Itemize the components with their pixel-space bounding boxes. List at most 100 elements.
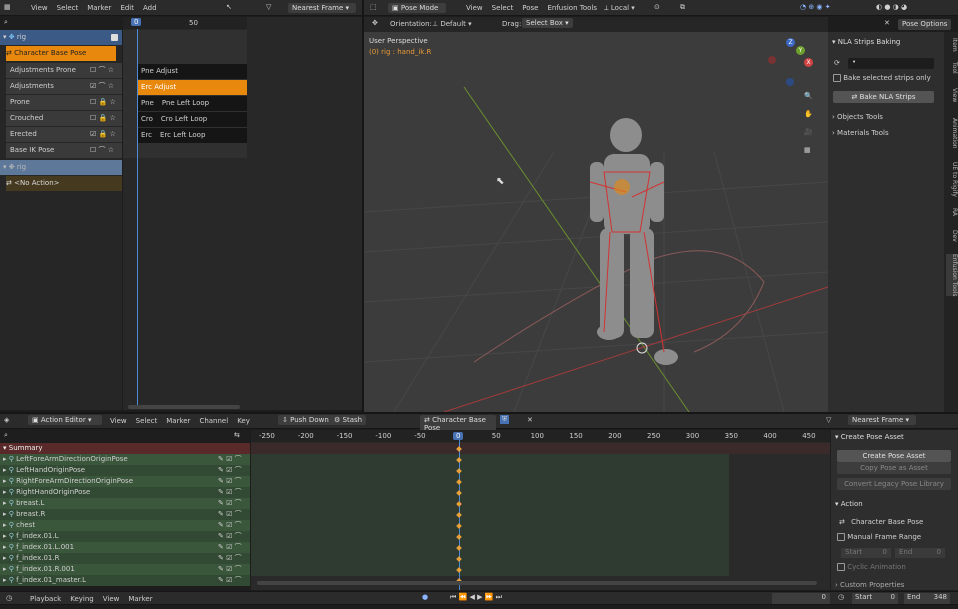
- create-pose-asset-section[interactable]: ▾ Create Pose Asset: [835, 433, 904, 441]
- keyframe[interactable]: [456, 457, 462, 463]
- editor-type-icon[interactable]: ◈: [4, 416, 9, 424]
- tab-dev[interactable]: Dev: [946, 230, 958, 242]
- swap-icon[interactable]: ⇆: [234, 431, 240, 439]
- channel-toggle-icons[interactable]: ✎ ☑ ⌒: [218, 487, 242, 498]
- ae-channel-row[interactable]: ▸ ⚲ f_index.01_master.L ✎ ☑ ⌒: [0, 575, 250, 586]
- ae-channel-row[interactable]: ▸ ⚲ RightHandOriginPose ✎ ☑ ⌒: [0, 487, 250, 498]
- keyframe[interactable]: [456, 512, 462, 518]
- nla-scrollbar[interactable]: [128, 405, 240, 409]
- tab-ra[interactable]: RA: [946, 208, 958, 216]
- close-icon[interactable]: ✕: [527, 416, 533, 424]
- viewport-menu-pose[interactable]: Pose: [522, 4, 538, 12]
- ae-scrollbar[interactable]: [257, 581, 817, 585]
- gizmo-y[interactable]: Y: [796, 46, 805, 55]
- copy-pose-asset-button[interactable]: Copy Pose as Asset: [837, 462, 951, 474]
- overlay-icons[interactable]: ◔ ⊕ ◉ ✦: [800, 3, 831, 11]
- pan-icon[interactable]: ✋: [804, 110, 813, 118]
- channel-toggle-icons[interactable]: ✎ ☑ ⌒: [218, 509, 242, 520]
- gizmo-neg-x[interactable]: [768, 56, 776, 64]
- expand-icon[interactable]: ▸: [3, 455, 7, 463]
- filter-icon[interactable]: ▽: [266, 3, 271, 11]
- expand-icon[interactable]: ▸: [3, 477, 7, 485]
- shading-icons[interactable]: ◐ ● ◑ ◕: [876, 3, 907, 11]
- navigation-gizmo[interactable]: Z X Y: [768, 38, 816, 86]
- expand-icon[interactable]: ▸: [3, 543, 7, 551]
- expand-icon[interactable]: ▸: [3, 521, 7, 529]
- pivot-icon[interactable]: ⊙: [654, 3, 660, 11]
- keyframe[interactable]: [456, 501, 462, 507]
- channel-toggle-icons[interactable]: ✎ ☑ ⌒: [218, 553, 242, 564]
- nla-snap-dropdown[interactable]: Nearest Frame ▾: [288, 3, 356, 13]
- nla-track-base-ik-pose[interactable]: Base IK Pose ☐ ⌒ ☆: [6, 143, 122, 158]
- viewport-menu-view[interactable]: View: [466, 4, 483, 12]
- nla-no-action-row[interactable]: ⇄ <No Action>: [6, 176, 122, 191]
- tab-item[interactable]: Item: [946, 38, 958, 52]
- track-toggle-icons[interactable]: ☐ ⌒ ☆: [90, 143, 114, 158]
- viewport-menu-select[interactable]: Select: [492, 4, 514, 12]
- nla-track-rig[interactable]: ▾ ✥ rig: [0, 30, 122, 45]
- refresh-icon[interactable]: ⟳: [834, 59, 840, 67]
- nla-menu-view[interactable]: View: [31, 4, 48, 12]
- action-editor-mode[interactable]: ▣ Action Editor ▾: [28, 415, 102, 425]
- channel-toggle-icons[interactable]: ✎ ☑ ⌒: [218, 520, 242, 531]
- viewport-menu-enfusion[interactable]: Enfusion Tools: [547, 4, 597, 12]
- push-down-button[interactable]: ⇩ Push Down: [278, 415, 333, 425]
- ae-channel-row[interactable]: ▸ ⚲ chest ✎ ☑ ⌒: [0, 520, 250, 531]
- ae-menu-select[interactable]: Select: [136, 417, 158, 425]
- keyframe[interactable]: [456, 567, 462, 573]
- move-icon[interactable]: ✥: [372, 19, 378, 27]
- ae-channel-row[interactable]: ▸ ⚲ f_index.01.L ✎ ☑ ⌒: [0, 531, 250, 542]
- tab-tool[interactable]: Tool: [946, 62, 958, 74]
- channel-toggle-icons[interactable]: ✎ ☑ ⌒: [218, 531, 242, 542]
- create-pose-asset-button[interactable]: Create Pose Asset: [837, 450, 951, 462]
- snap-icon[interactable]: ⧉: [680, 3, 685, 12]
- nla-menu-marker[interactable]: Marker: [87, 4, 111, 12]
- channel-toggle-icons[interactable]: ✎ ☑ ⌒: [218, 465, 242, 476]
- timeline-menu-marker[interactable]: Marker: [128, 595, 152, 603]
- camera-icon[interactable]: 🎥: [804, 128, 813, 136]
- nla-playhead[interactable]: [137, 29, 138, 407]
- action-name[interactable]: ⇄ Character Base Pose: [839, 518, 923, 526]
- materials-tools-panel[interactable]: › Materials Tools: [832, 129, 889, 137]
- track-toggle-icons[interactable]: ☐ ⌒ ☆: [90, 63, 114, 78]
- expand-icon[interactable]: ▸: [3, 466, 7, 474]
- cyclic-animation-checkbox[interactable]: Cyclic Animation: [837, 563, 906, 571]
- ae-menu-channel[interactable]: Channel: [199, 417, 228, 425]
- channel-toggle-icons[interactable]: ✎ ☑ ⌒: [218, 476, 242, 487]
- track-toggle-icons[interactable]: ☐ 🔒 ☆: [90, 95, 116, 110]
- nla-strip-pne-adjust[interactable]: Pne Adjust: [137, 64, 247, 79]
- mode-dropdown[interactable]: ▣ Pose Mode: [388, 3, 446, 13]
- fake-user-icon[interactable]: ⛨: [500, 415, 510, 424]
- nla-track-crouched[interactable]: Crouched ☐ 🔒 ☆: [6, 111, 122, 126]
- end-frame-field[interactable]: End 0: [895, 548, 945, 558]
- track-toggle-icons[interactable]: ☑ ⌒ ☆: [90, 79, 114, 94]
- nla-track-erected[interactable]: Erected ☑ 🔒 ☆: [6, 127, 122, 142]
- ae-dopesheet[interactable]: -250 -200 -150 -100 -50 0 50 100 150 200 250 300 350…: [251, 430, 830, 590]
- expand-icon[interactable]: ▸: [3, 576, 7, 584]
- channel-toggle-icons[interactable]: ✎ ☑ ⌒: [218, 575, 242, 586]
- grid-icon[interactable]: ▦: [804, 146, 811, 154]
- ae-channel-row[interactable]: ▸ ⚲ breast.R ✎ ☑ ⌒: [0, 509, 250, 520]
- playback-controls[interactable]: ⏮ ⏪ ◀ ▶ ⏩ ⏭: [450, 593, 502, 602]
- expand-icon[interactable]: ▸: [3, 532, 7, 540]
- ae-channel-row[interactable]: ▸ ⚲ f_index.01.R ✎ ☑ ⌒: [0, 553, 250, 564]
- expand-icon[interactable]: ▸: [3, 499, 7, 507]
- nla-menu-add[interactable]: Add: [143, 4, 157, 12]
- close-icon[interactable]: ✕: [884, 19, 890, 27]
- timeline-menu-keying[interactable]: Keying: [70, 595, 94, 603]
- keyframe[interactable]: [456, 523, 462, 529]
- gizmo-x[interactable]: X: [804, 58, 813, 67]
- viewport-canvas[interactable]: ⬉ User Perspective (0) rig : hand_ik.R Z…: [364, 32, 828, 412]
- custom-properties-section[interactable]: › Custom Properties: [835, 581, 904, 589]
- expand-icon[interactable]: ▸: [3, 510, 7, 518]
- record-icon[interactable]: ●: [422, 593, 428, 601]
- nla-menu-select[interactable]: Select: [57, 4, 79, 12]
- expand-icon[interactable]: ▸: [3, 488, 7, 496]
- bake-nla-strips-button[interactable]: ⇄ Bake NLA Strips: [833, 91, 934, 103]
- keyframe[interactable]: [456, 479, 462, 485]
- convert-legacy-button[interactable]: Convert Legacy Pose Library: [837, 478, 951, 490]
- track-checkbox[interactable]: [111, 34, 118, 41]
- start-frame-field[interactable]: Start 0: [841, 548, 891, 558]
- objects-tools-panel[interactable]: › Objects Tools: [832, 113, 883, 121]
- channel-toggle-icons[interactable]: ✎ ☑ ⌒: [218, 542, 242, 553]
